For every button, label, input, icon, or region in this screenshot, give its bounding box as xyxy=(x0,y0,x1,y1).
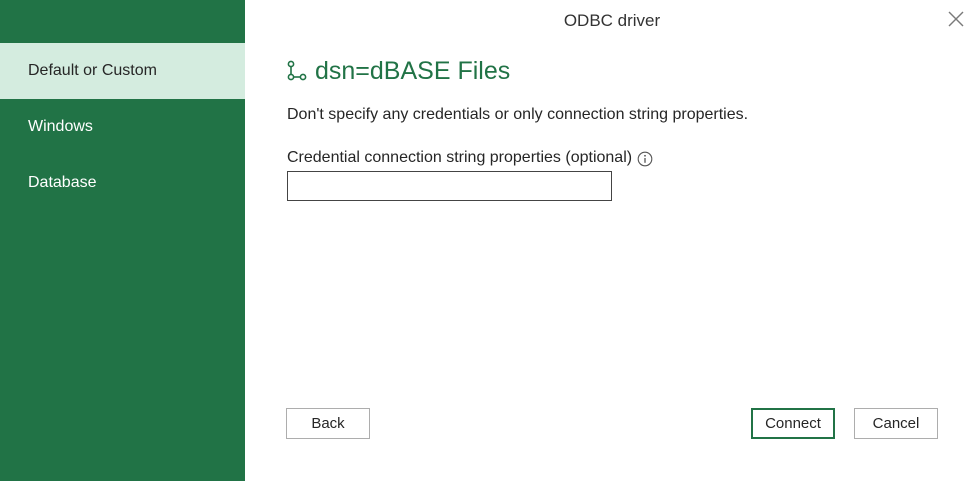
description-text: Don't specify any credentials or only co… xyxy=(287,106,749,123)
close-button[interactable] xyxy=(945,8,967,30)
sidebar-item-database[interactable]: Database xyxy=(0,155,245,211)
credential-field-label: Credential connection string properties … xyxy=(287,148,633,166)
connection-icon xyxy=(287,60,307,81)
odbc-driver-dialog: Default or Custom Windows Database ODBC … xyxy=(0,0,979,481)
sidebar-item-default-or-custom[interactable]: Default or Custom xyxy=(0,43,245,99)
connect-button[interactable]: Connect xyxy=(751,408,835,439)
field-label-row: Credential connection string properties … xyxy=(287,148,653,167)
sidebar-item-windows[interactable]: Windows xyxy=(0,99,245,155)
back-button[interactable]: Back xyxy=(286,408,370,439)
heading-text: dsn=dBASE Files xyxy=(315,56,511,85)
close-icon xyxy=(948,11,964,27)
sidebar: Default or Custom Windows Database xyxy=(0,0,245,481)
page-heading: dsn=dBASE Files xyxy=(286,55,510,87)
cancel-button[interactable]: Cancel xyxy=(854,408,938,439)
credential-connection-string-input[interactable] xyxy=(287,171,612,201)
info-icon[interactable] xyxy=(637,151,653,167)
dialog-title: ODBC driver xyxy=(563,11,661,30)
